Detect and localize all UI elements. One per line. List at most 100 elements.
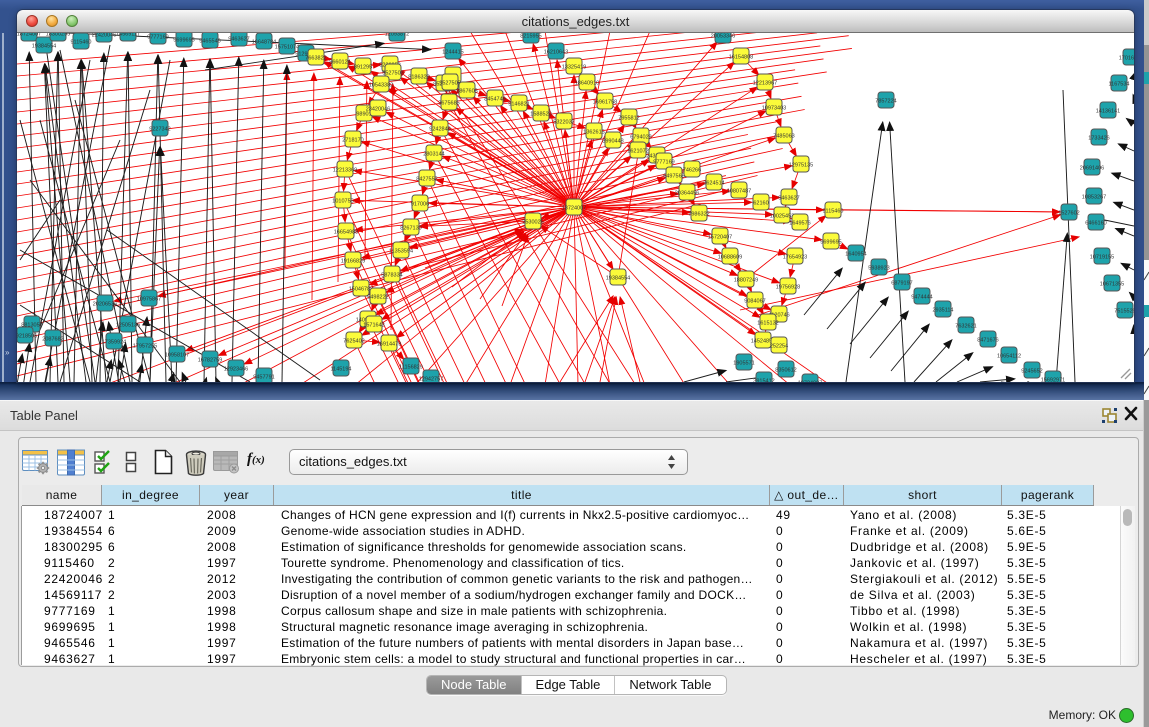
svg-text:9115460: 9115460: [822, 209, 843, 215]
svg-text:9463627: 9463627: [778, 196, 799, 202]
svg-text:9777169: 9777169: [653, 160, 674, 166]
svg-text:17016504: 17016504: [1119, 56, 1134, 62]
svg-text:10654112: 10654112: [997, 354, 1021, 360]
svg-text:12093872: 12093872: [385, 33, 409, 38]
svg-text:12923466: 12923466: [224, 367, 248, 373]
svg-text:2935114: 2935114: [932, 308, 953, 314]
svg-text:9115460: 9115460: [70, 40, 91, 46]
svg-text:22420046: 22420046: [92, 33, 116, 39]
svg-text:10975867: 10975867: [137, 297, 161, 303]
svg-text:20206536: 20206536: [93, 302, 117, 308]
svg-text:15692971: 15692971: [1041, 378, 1065, 383]
svg-text:23420046: 23420046: [366, 107, 390, 113]
svg-text:8454749: 8454749: [484, 97, 505, 103]
svg-text:1145194: 1145194: [330, 367, 351, 373]
svg-text:1588520: 1588520: [530, 112, 551, 118]
svg-text:15720407: 15720407: [708, 235, 732, 241]
svg-text:11353594: 11353594: [389, 249, 413, 255]
svg-text:10543382: 10543382: [369, 83, 393, 89]
svg-text:16782759: 16782759: [198, 358, 222, 364]
svg-text:2718170: 2718170: [342, 138, 363, 144]
svg-text:746266: 746266: [683, 168, 701, 174]
svg-text:9084067: 9084067: [744, 299, 765, 305]
svg-text:18640910: 18640910: [575, 81, 599, 87]
svg-text:9146821: 9146821: [508, 102, 529, 108]
svg-text:7515526: 7515526: [1114, 309, 1134, 315]
svg-text:16210643: 16210643: [544, 50, 568, 56]
svg-text:14569117: 14569117: [116, 33, 140, 38]
svg-text:9245652: 9245652: [1021, 369, 1042, 375]
svg-text:6497568: 6497568: [663, 174, 684, 180]
svg-text:10688609: 10688609: [718, 255, 742, 261]
svg-text:917006: 917006: [411, 202, 429, 208]
svg-text:8471676: 8471676: [977, 338, 998, 344]
svg-text:1733426: 1733426: [1088, 136, 1109, 142]
svg-text:7663822: 7663822: [305, 56, 326, 62]
svg-text:18300295: 18300295: [46, 33, 70, 38]
svg-text:17359924: 17359924: [102, 340, 126, 346]
svg-text:1571643: 1571643: [363, 323, 384, 329]
svg-text:12213967: 12213967: [753, 81, 777, 87]
svg-text:3675685: 3675685: [438, 101, 459, 107]
svg-text:9227342: 9227342: [149, 127, 170, 133]
svg-text:19384554: 19384554: [606, 276, 630, 282]
svg-text:3915412: 3915412: [753, 379, 774, 383]
svg-text:20053346: 20053346: [711, 34, 735, 40]
svg-text:16654988: 16654988: [334, 230, 358, 236]
svg-text:16961758: 16961758: [593, 100, 617, 106]
svg-text:2087682: 2087682: [42, 337, 63, 343]
svg-text:8660124: 8660124: [329, 60, 350, 66]
svg-text:10025453: 10025453: [770, 214, 794, 220]
svg-text:20364456: 20364456: [675, 191, 699, 197]
svg-text:9699695: 9699695: [820, 240, 841, 246]
svg-text:5322037: 5322037: [553, 120, 574, 126]
svg-text:2867608: 2867608: [456, 89, 477, 95]
svg-text:6879197: 6879197: [891, 281, 912, 287]
svg-text:1244415: 1244415: [442, 50, 463, 56]
svg-text:10671355: 10671355: [1100, 282, 1124, 288]
svg-text:20691406: 20691406: [1080, 166, 1104, 172]
svg-text:10958107: 10958107: [165, 353, 189, 359]
svg-text:3624514: 3624514: [703, 181, 724, 187]
svg-text:7986322: 7986322: [688, 212, 709, 218]
svg-text:16648784: 16648784: [252, 40, 276, 46]
svg-text:10719155: 10719155: [1090, 255, 1114, 261]
svg-text:15751074: 15751074: [275, 45, 299, 51]
svg-text:8350612: 8350612: [775, 368, 796, 374]
svg-text:1527602: 1527602: [1058, 211, 1079, 217]
svg-text:5938923: 5938923: [868, 266, 889, 272]
svg-text:10807487: 10807487: [727, 189, 751, 195]
svg-text:7857224: 7857224: [875, 99, 896, 105]
svg-text:9474444: 9474444: [911, 295, 932, 301]
svg-text:252254: 252254: [770, 344, 788, 350]
svg-text:9777169: 9777169: [147, 35, 168, 41]
svg-text:2803144: 2803144: [423, 152, 444, 158]
svg-text:1010755: 1010755: [332, 199, 353, 205]
svg-text:7485063: 7485063: [773, 134, 794, 140]
svg-text:891295: 891295: [354, 65, 372, 71]
svg-text:14136141: 14136141: [1096, 109, 1120, 115]
svg-text:9457791: 9457791: [253, 375, 274, 381]
svg-text:5878334: 5878334: [381, 273, 402, 279]
svg-text:1167534: 1167534: [1108, 82, 1129, 88]
svg-text:18807249: 18807249: [734, 278, 758, 284]
svg-text:10973403: 10973403: [762, 106, 786, 112]
svg-text:12213369: 12213369: [333, 168, 357, 174]
svg-text:13325419: 13325419: [562, 65, 586, 71]
svg-text:9242848: 9242848: [429, 127, 450, 133]
svg-text:5498222: 5498222: [367, 295, 388, 301]
svg-text:8215955: 8215955: [520, 34, 541, 40]
svg-text:9463627: 9463627: [228, 37, 249, 43]
svg-text:9465546: 9465546: [199, 39, 220, 45]
svg-text:19218506: 19218506: [17, 334, 37, 340]
svg-text:7955812: 7955812: [618, 116, 639, 122]
svg-text:19756928: 19756928: [776, 285, 800, 291]
svg-text:8267130: 8267130: [400, 226, 421, 232]
svg-text:1649576: 1649576: [789, 221, 810, 227]
svg-text:10853267: 10853267: [1082, 195, 1106, 201]
svg-text:17654923: 17654923: [783, 255, 807, 261]
svg-text:9527505: 9527505: [439, 81, 460, 87]
svg-text:1362615: 1362615: [583, 130, 604, 136]
svg-text:2530025: 2530025: [522, 220, 543, 226]
svg-text:8427552: 8427552: [416, 177, 437, 183]
